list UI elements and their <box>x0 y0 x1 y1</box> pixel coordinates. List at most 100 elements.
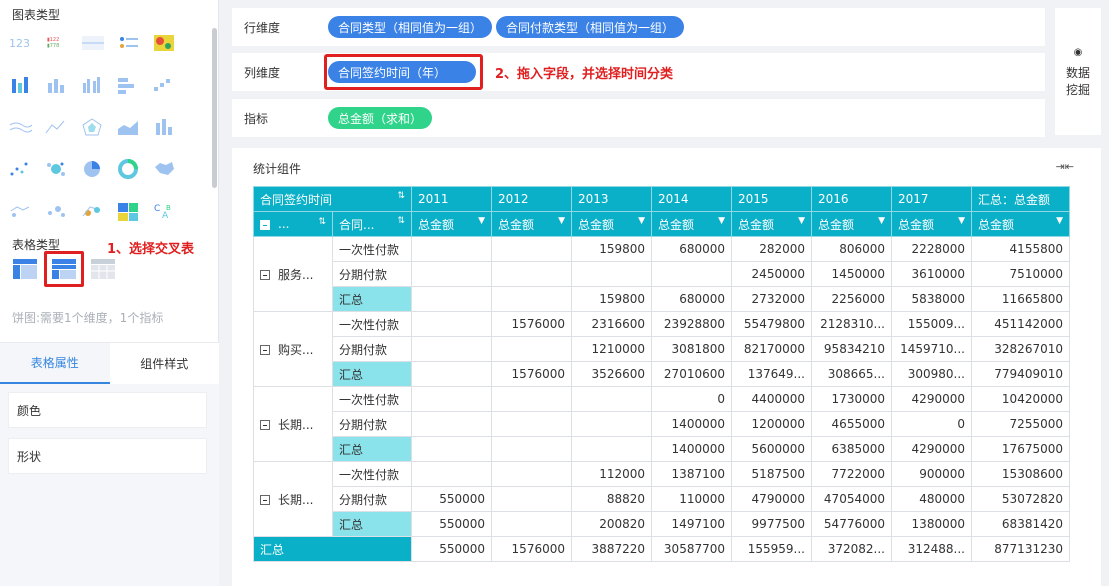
value-cell: 2128310... <box>811 311 892 337</box>
sort-icon[interactable]: ⇅ <box>318 217 326 227</box>
group-cell[interactable]: 长期... <box>253 386 333 462</box>
year-header: 2015 <box>731 186 812 212</box>
value-cell: 1380000 <box>891 511 972 537</box>
group-cell[interactable]: 购买... <box>253 311 333 387</box>
value-cell: 10420000 <box>971 386 1070 412</box>
table-row: 长期... 一次性付款 112000 1387100 5187500 7722000 900… <box>253 461 1070 537</box>
value-cell: 7510000 <box>971 261 1070 287</box>
dropdown-icon[interactable]: ▼ <box>798 216 805 226</box>
point-map-icon[interactable] <box>42 198 72 224</box>
step-chart-icon[interactable] <box>150 72 180 98</box>
kpi-grid-icon[interactable] <box>78 30 108 56</box>
dropdown-icon[interactable]: ▼ <box>718 216 725 226</box>
cross-table-icon[interactable] <box>44 251 84 287</box>
funnel-icon[interactable] <box>78 198 108 224</box>
collapse-icon[interactable] <box>260 270 270 280</box>
metric-header[interactable]: 总金额 ▼ <box>571 211 652 237</box>
value-cell <box>411 361 492 387</box>
table-row: 分期付款 1210000 3081800 82170000 95834210 145971… <box>254 336 1070 362</box>
grand-total-cell: 312488... <box>891 536 972 562</box>
left-panel: 图表类型 123 ▮122 ▮778 C A B 表格类型 饼图:需要1个维度，1个指标 … <box>0 0 219 586</box>
year-header: 2014 <box>651 186 732 212</box>
kpi-color-icon[interactable] <box>114 30 144 56</box>
row-pill-payment-type[interactable]: 合同付款类型（相同值为一组） <box>496 16 685 38</box>
line-chart-icon[interactable] <box>42 114 72 140</box>
radar-icon[interactable] <box>78 114 108 140</box>
value-cell: 328267010 <box>971 336 1070 362</box>
dropdown-icon[interactable]: ▼ <box>638 216 645 226</box>
value-cell: 2256000 <box>811 286 892 312</box>
metric-header[interactable]: 总金额 ▼ <box>411 211 492 237</box>
row-pill-contract-type[interactable]: 合同类型（相同值为一组） <box>328 16 493 38</box>
value-cell: 4790000 <box>731 486 812 512</box>
collapse-icon[interactable] <box>260 495 270 505</box>
value-cell: 806000 <box>811 236 892 262</box>
tab-table-properties[interactable]: 表格属性 <box>0 343 110 384</box>
column-chart-icon[interactable] <box>150 114 180 140</box>
group-table-icon[interactable] <box>10 256 40 282</box>
value-cell: 55479800 <box>731 311 812 337</box>
expand-icon[interactable]: ⇥⇤ <box>1056 160 1074 173</box>
value-cell: 680000 <box>651 236 732 262</box>
value-cell: 200820 <box>571 511 652 537</box>
horizontal-bar-icon[interactable] <box>114 72 144 98</box>
area-chart-icon[interactable] <box>114 114 144 140</box>
metric-header[interactable]: 总金额 ▼ <box>891 211 972 237</box>
row-dim-header-1[interactable]: ... ⇅ <box>253 211 333 237</box>
color-property[interactable]: 颜色 <box>8 392 207 428</box>
metric-header[interactable]: 总金额 ▼ <box>651 211 732 237</box>
flow-map-icon[interactable] <box>6 198 36 224</box>
sort-icon[interactable]: ⇅ <box>397 191 405 201</box>
dropdown-icon[interactable]: ▼ <box>958 216 965 226</box>
treemap-icon[interactable] <box>114 198 144 224</box>
shape-property[interactable]: 形状 <box>8 438 207 474</box>
dropdown-icon[interactable]: ▼ <box>1056 216 1063 226</box>
stacked-bar-icon[interactable] <box>6 72 36 98</box>
value-cell: 7255000 <box>971 411 1070 437</box>
subtotal-label: 汇总 <box>332 511 412 537</box>
bar-chart-icon[interactable] <box>42 72 72 98</box>
pie-chart-icon[interactable] <box>78 156 108 182</box>
value-cell <box>411 261 492 287</box>
value-cell: 17675000 <box>971 436 1070 462</box>
value-cell <box>651 261 732 287</box>
row-dim-header-2[interactable]: 合同... ⇅ <box>332 211 412 237</box>
data-mining-button[interactable]: ◉ 数据 挖掘 <box>1055 8 1101 135</box>
kpi-table-icon[interactable]: ▮122 ▮778 <box>42 30 72 56</box>
kpi-number-icon[interactable]: 123 <box>6 30 36 56</box>
value-cell: 53072820 <box>971 486 1070 512</box>
value-cell <box>411 436 492 462</box>
grouped-bar-icon[interactable] <box>78 72 108 98</box>
dropdown-icon[interactable]: ▼ <box>878 216 885 226</box>
group-cell[interactable]: 服务... <box>253 236 333 312</box>
value-cell: 95834210 <box>811 336 892 362</box>
word-cloud-icon[interactable]: CAB <box>150 198 180 224</box>
heatmap-icon[interactable] <box>150 30 180 56</box>
metric-pill-total-amount[interactable]: 总金额（求和） <box>328 107 433 129</box>
collapse-icon[interactable] <box>260 345 270 355</box>
collapse-icon[interactable] <box>260 420 270 430</box>
tab-component-style[interactable]: 组件样式 <box>109 343 219 384</box>
sort-icon[interactable]: ⇅ <box>397 216 405 226</box>
value-cell: 1497100 <box>651 511 732 537</box>
dropdown-icon[interactable]: ▼ <box>558 216 565 226</box>
donut-icon[interactable] <box>114 156 144 182</box>
metric-header[interactable]: 总金额 ▼ <box>811 211 892 237</box>
total-header: 汇总：总金额 <box>971 186 1070 212</box>
scrollbar[interactable] <box>212 28 217 188</box>
scatter-icon[interactable] <box>6 156 36 182</box>
bubble-icon[interactable] <box>42 156 72 182</box>
year-header: 2017 <box>891 186 972 212</box>
map-icon[interactable] <box>150 156 180 182</box>
detail-table-icon[interactable] <box>88 256 118 282</box>
metric-header[interactable]: 总金额 ▼ <box>491 211 572 237</box>
dropdown-icon[interactable]: ▼ <box>478 216 485 226</box>
metric-header[interactable]: 总金额 ▼ <box>731 211 812 237</box>
collapse-all-icon[interactable] <box>260 219 270 230</box>
metric-header[interactable]: 总金额 ▼ <box>971 211 1070 237</box>
column-dimension-header[interactable]: 合同签约时间 ⇅ <box>253 186 412 212</box>
group-cell[interactable]: 长期... <box>253 461 333 537</box>
line-wave-icon[interactable] <box>6 114 36 140</box>
value-cell <box>571 436 652 462</box>
value-cell: 550000 <box>411 486 492 512</box>
